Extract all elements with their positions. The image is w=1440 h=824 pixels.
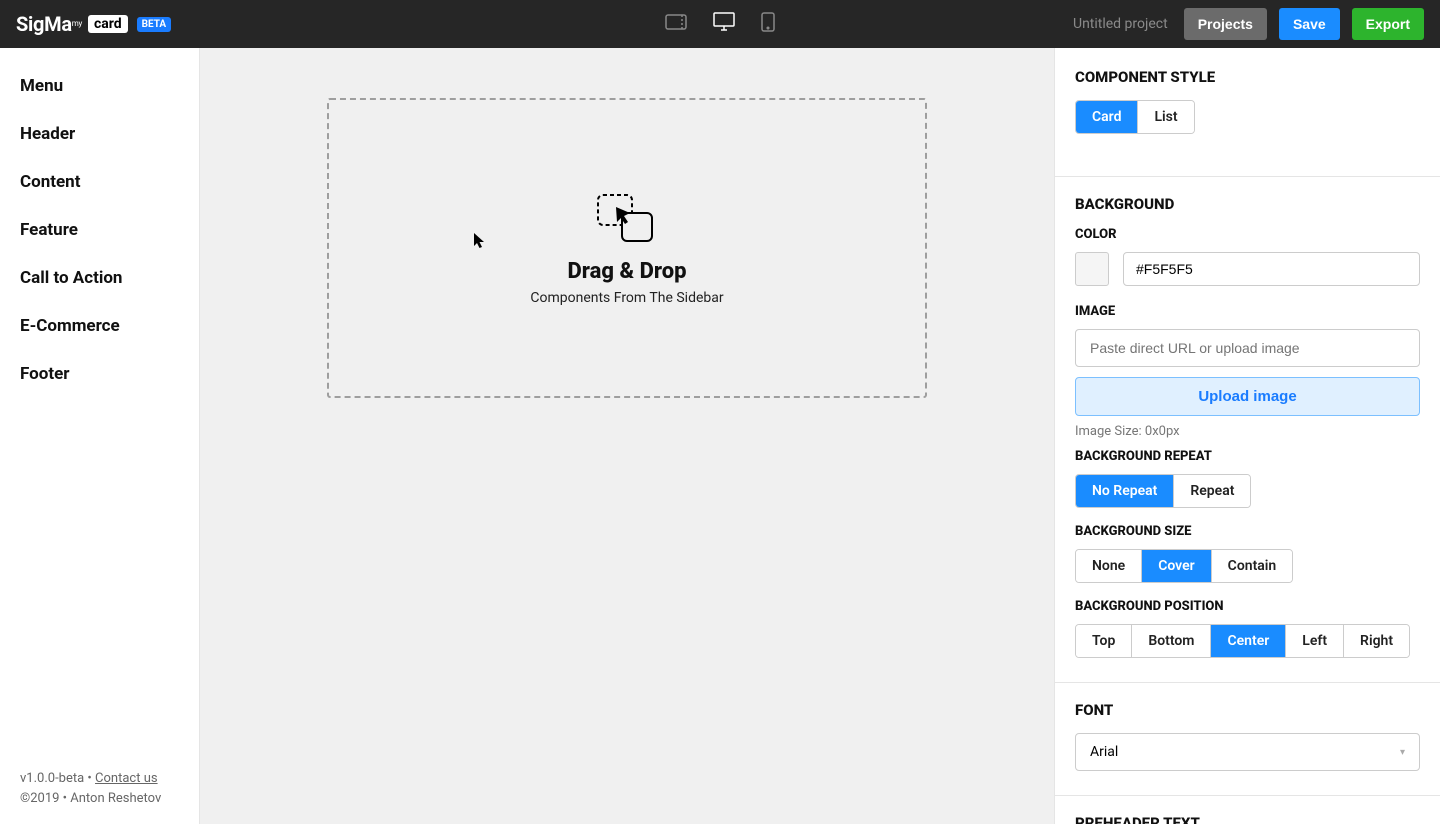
- image-label: IMAGE: [1075, 304, 1420, 319]
- sidebar-items: Menu Header Content Feature Call to Acti…: [0, 48, 199, 769]
- font-title: FONT: [1075, 701, 1420, 719]
- bg-size-contain[interactable]: Contain: [1212, 550, 1293, 582]
- bg-pos-top[interactable]: Top: [1076, 625, 1132, 657]
- sidebar-item-header[interactable]: Header: [0, 110, 199, 158]
- sidebar-item-menu[interactable]: Menu: [0, 62, 199, 110]
- device-switcher: [665, 12, 775, 36]
- export-button[interactable]: Export: [1352, 8, 1424, 40]
- color-swatch[interactable]: [1075, 252, 1109, 286]
- topbar-right: Untitled project Projects Save Export: [1073, 8, 1424, 40]
- color-input[interactable]: [1123, 252, 1420, 286]
- font-select[interactable]: Arial ▾: [1075, 733, 1420, 771]
- project-name[interactable]: Untitled project: [1073, 16, 1168, 32]
- bg-position-label: BACKGROUND POSITION: [1075, 599, 1420, 614]
- contact-us-link[interactable]: Contact us: [95, 771, 158, 786]
- logo-text: SigMamy: [16, 12, 82, 36]
- sidebar-item-cta[interactable]: Call to Action: [0, 254, 199, 302]
- color-label: COLOR: [1075, 227, 1420, 242]
- drop-subtitle: Components From The Sidebar: [530, 290, 723, 306]
- sidebar-item-feature[interactable]: Feature: [0, 206, 199, 254]
- bg-repeat-no-repeat[interactable]: No Repeat: [1076, 475, 1174, 507]
- upload-image-button[interactable]: Upload image: [1075, 377, 1420, 416]
- bg-pos-right[interactable]: Right: [1344, 625, 1409, 657]
- beta-badge: BETA: [137, 17, 172, 32]
- dropzone[interactable]: Drag & Drop Components From The Sidebar: [327, 98, 927, 398]
- bg-size-label: BACKGROUND SIZE: [1075, 524, 1420, 539]
- logo: SigMamy card BETA: [16, 12, 171, 36]
- drag-drop-icon: [594, 191, 660, 245]
- sidebar-item-ecommerce[interactable]: E-Commerce: [0, 302, 199, 350]
- device-mobile-icon[interactable]: [761, 12, 775, 36]
- style-list-option[interactable]: List: [1138, 101, 1193, 133]
- projects-button[interactable]: Projects: [1184, 8, 1267, 40]
- image-url-input[interactable]: [1075, 329, 1420, 367]
- version-text: v1.0.0-beta: [20, 771, 84, 786]
- bg-repeat-label: BACKGROUND REPEAT: [1075, 449, 1420, 464]
- bg-repeat-group: No Repeat Repeat: [1075, 474, 1251, 508]
- component-style-group: Card List: [1075, 100, 1195, 134]
- image-size-text: Image Size: 0x0px: [1075, 424, 1420, 439]
- bg-position-group: Top Bottom Center Left Right: [1075, 624, 1410, 658]
- component-style-title: COMPONENT STYLE: [1075, 68, 1420, 86]
- bg-repeat-repeat[interactable]: Repeat: [1174, 475, 1250, 507]
- device-tablet-landscape-icon[interactable]: [665, 14, 687, 34]
- device-desktop-icon[interactable]: [713, 12, 735, 36]
- bg-pos-left[interactable]: Left: [1286, 625, 1344, 657]
- sidebar-footer: v1.0.0-beta • Contact us ©2019 • Anton R…: [0, 769, 199, 824]
- bg-size-none[interactable]: None: [1076, 550, 1142, 582]
- sidebar-item-footer[interactable]: Footer: [0, 350, 199, 398]
- logo-card-badge: card: [88, 15, 128, 33]
- save-button[interactable]: Save: [1279, 8, 1340, 40]
- sidebar: Menu Header Content Feature Call to Acti…: [0, 48, 200, 824]
- drop-title: Drag & Drop: [568, 259, 687, 284]
- background-title: BACKGROUND: [1075, 195, 1420, 213]
- copyright-text: ©2019 • Anton Reshetov: [20, 789, 179, 809]
- style-card-option[interactable]: Card: [1076, 101, 1138, 133]
- main: Menu Header Content Feature Call to Acti…: [0, 48, 1440, 824]
- preheader-title: PREHEADER TEXT: [1075, 814, 1420, 824]
- topbar: SigMamy card BETA Untitled project Proje…: [0, 0, 1440, 48]
- sidebar-item-content[interactable]: Content: [0, 158, 199, 206]
- bg-size-cover[interactable]: Cover: [1142, 550, 1211, 582]
- bg-pos-bottom[interactable]: Bottom: [1132, 625, 1211, 657]
- bg-size-group: None Cover Contain: [1075, 549, 1293, 583]
- properties-panel: COMPONENT STYLE Card List BACKGROUND COL…: [1054, 48, 1440, 824]
- font-value: Arial: [1090, 744, 1118, 760]
- chevron-down-icon: ▾: [1400, 747, 1405, 758]
- bg-pos-center[interactable]: Center: [1211, 625, 1286, 657]
- canvas: Drag & Drop Components From The Sidebar: [200, 48, 1054, 824]
